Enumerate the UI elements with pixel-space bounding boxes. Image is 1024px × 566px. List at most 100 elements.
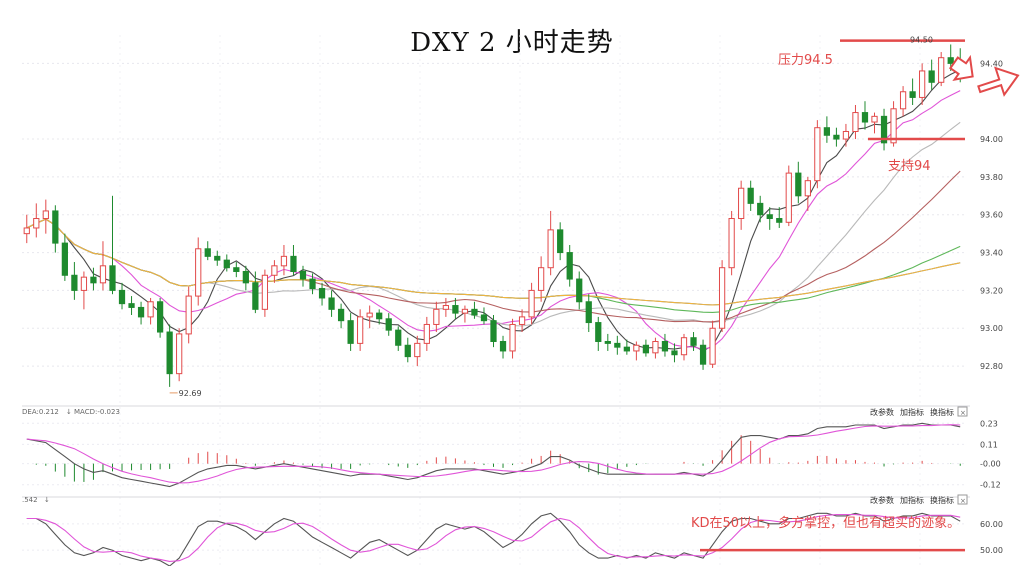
candle <box>233 262 240 278</box>
candle-body-down <box>404 344 411 358</box>
candle <box>480 307 488 325</box>
candle-body-down <box>223 259 230 269</box>
macd-tick-label: -0.12 <box>980 481 1001 490</box>
candle-body-down <box>109 265 116 291</box>
candle <box>899 86 907 117</box>
price-tick-label: 93.40 <box>980 249 1003 258</box>
candle <box>195 237 202 306</box>
candle <box>709 320 716 368</box>
candle-body-up <box>899 91 907 110</box>
candle-body-down <box>337 308 345 322</box>
candle-body-up <box>42 210 49 220</box>
candle <box>738 180 745 230</box>
candle-body-down <box>156 301 164 333</box>
macd-button-2[interactable]: 加指标 <box>900 407 924 417</box>
candle <box>71 262 78 300</box>
candle-body-down <box>499 340 507 352</box>
candle <box>718 260 726 333</box>
candle <box>366 305 373 329</box>
kd-panel: .542 ↓ 60.00 50.00 KD在50以上，多方掌控，但也有超买的迹象。 改参数… <box>22 494 1003 566</box>
candle-body-down <box>690 337 697 346</box>
candle-body-down <box>347 320 354 344</box>
macd-down-icon: ↓ <box>66 408 72 416</box>
candle-body-up <box>176 333 183 375</box>
candle-body-down <box>318 288 326 299</box>
candle-body-down <box>642 344 650 354</box>
candle-body-up <box>804 180 811 197</box>
macd-button-3[interactable]: 换指标 <box>930 407 954 417</box>
candle <box>680 333 688 361</box>
candle-body-down <box>480 314 488 322</box>
candle-body-up <box>271 265 278 276</box>
candle-body-down <box>166 331 173 375</box>
candle <box>909 78 916 105</box>
candle <box>337 303 345 329</box>
candle-body-down <box>747 187 754 204</box>
candle <box>842 123 850 147</box>
candle-body-up <box>414 342 421 358</box>
candle-body-up <box>442 305 449 310</box>
candle-body-up <box>33 218 40 229</box>
candle <box>557 222 564 261</box>
candle <box>776 207 783 228</box>
candle-body-down <box>395 329 402 346</box>
candle <box>423 316 430 351</box>
kd-close-glyph: × <box>960 497 966 505</box>
candle <box>414 335 421 367</box>
candle-body-down <box>576 278 583 303</box>
candle-body-up <box>738 187 745 220</box>
candle <box>814 120 821 189</box>
candle-body-down <box>137 306 145 318</box>
candle <box>385 313 392 336</box>
candle <box>52 205 59 253</box>
candle-body-up <box>919 70 926 98</box>
candle-body-down <box>661 340 669 352</box>
candle <box>499 335 507 359</box>
candle <box>614 335 621 355</box>
candle <box>33 203 40 238</box>
candle <box>538 256 545 302</box>
price-tick-label: 94.00 <box>980 135 1003 144</box>
candle <box>23 214 30 244</box>
kd-button-3[interactable]: 换指标 <box>930 495 954 505</box>
candle <box>61 233 68 281</box>
candle <box>99 241 107 291</box>
candle <box>290 245 297 276</box>
candle <box>261 269 269 317</box>
candle <box>919 63 926 105</box>
candle <box>747 180 754 211</box>
candle <box>671 343 678 363</box>
candle <box>137 301 145 325</box>
candle-body-down <box>61 242 68 276</box>
macd-tick-label: 0.11 <box>980 440 998 449</box>
candle-body-down <box>71 274 78 291</box>
candle-body-down <box>833 134 840 140</box>
kd-button-1[interactable]: 改参数 <box>870 495 894 505</box>
candle <box>404 337 411 363</box>
candle <box>509 318 516 359</box>
candle <box>395 326 402 351</box>
ma-line-120 <box>26 218 961 306</box>
candle <box>880 108 888 151</box>
macd-button-1[interactable]: 改参数 <box>870 407 894 417</box>
candle-body-down <box>795 172 802 197</box>
candle-body-up <box>842 130 850 140</box>
candle <box>176 328 183 382</box>
kd-button-2[interactable]: 加指标 <box>900 495 924 505</box>
candle <box>109 195 116 295</box>
candlestick-chart: 94.40 94.00 93.80 93.60 93.40 93.20 93.00 92.80… <box>22 35 1020 566</box>
candle-body-down <box>490 320 497 342</box>
candle-body-up <box>680 337 688 356</box>
candle-body-down <box>671 350 678 356</box>
macd-close-glyph: × <box>960 409 966 417</box>
candle <box>795 161 802 204</box>
candle-body-down <box>290 255 297 272</box>
candle <box>642 339 650 357</box>
candle <box>252 271 259 314</box>
candle-body-up <box>99 265 107 284</box>
candle-body-down <box>947 57 954 64</box>
candle-body-up <box>709 327 716 365</box>
price-tick-label: 93.00 <box>980 324 1003 333</box>
price-tick-label: 93.20 <box>980 286 1003 295</box>
candle-body-down <box>242 270 249 284</box>
